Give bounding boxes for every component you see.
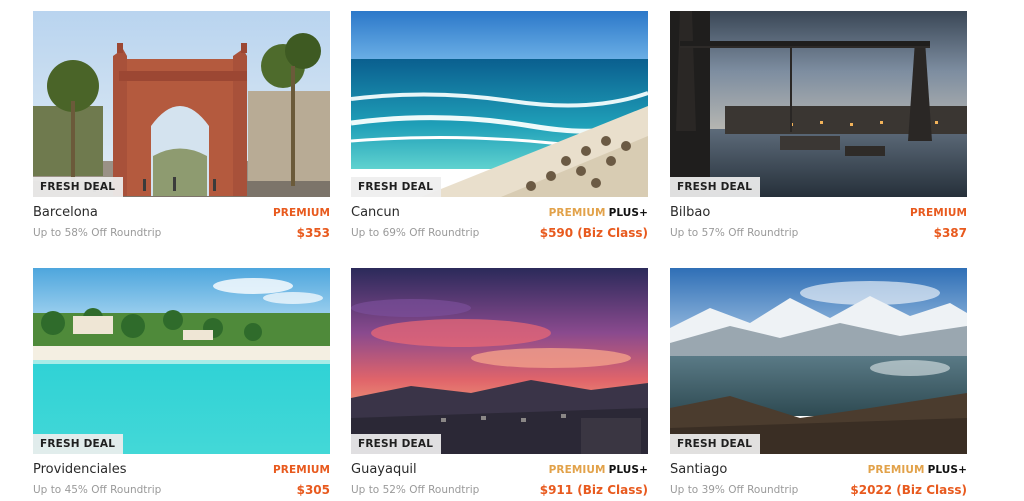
tier-label: PREMIUM PLUS+ bbox=[548, 464, 648, 476]
deal-subtitle: Up to 52% Off Roundtrip bbox=[351, 484, 480, 496]
deal-city[interactable]: Cancun bbox=[351, 205, 400, 220]
deal-card-providenciales[interactable]: FRESH DEAL Providenciales PREMIUM Up to … bbox=[33, 268, 330, 500]
deal-city[interactable]: Santiago bbox=[670, 462, 727, 477]
fresh-deal-badge: FRESH DEAL bbox=[351, 434, 442, 454]
tier-label: PREMIUM bbox=[273, 464, 330, 476]
deal-card-bilbao[interactable]: FRESH DEAL Bilbao PREMIUM Up to 57% Off … bbox=[670, 11, 967, 243]
fresh-deal-badge: FRESH DEAL bbox=[670, 434, 761, 454]
santiago-lake-photo[interactable]: FRESH DEAL bbox=[670, 268, 967, 454]
deal-price[interactable]: $353 bbox=[297, 226, 330, 240]
deal-price[interactable]: $305 bbox=[297, 483, 330, 497]
deal-subtitle: Up to 69% Off Roundtrip bbox=[351, 227, 480, 239]
deal-subtitle: Up to 39% Off Roundtrip bbox=[670, 484, 799, 496]
deal-city[interactable]: Barcelona bbox=[33, 205, 98, 220]
deal-card-cancun[interactable]: FRESH DEAL Cancun PREMIUM PLUS+ Up to 69%… bbox=[351, 11, 648, 243]
deal-city[interactable]: Guayaquil bbox=[351, 462, 417, 477]
deal-city[interactable]: Providenciales bbox=[33, 462, 127, 477]
tier-label: PREMIUM PLUS+ bbox=[548, 207, 648, 219]
deal-subtitle: Up to 58% Off Roundtrip bbox=[33, 227, 162, 239]
bilbao-bridge-photo[interactable]: FRESH DEAL bbox=[670, 11, 967, 197]
deal-price[interactable]: $2022 (Biz Class) bbox=[850, 483, 967, 497]
fresh-deal-badge: FRESH DEAL bbox=[670, 177, 761, 197]
deal-price[interactable]: $590 (Biz Class) bbox=[540, 226, 648, 240]
cancun-beach-photo[interactable]: FRESH DEAL bbox=[351, 11, 648, 197]
guayaquil-sunset-photo[interactable]: FRESH DEAL bbox=[351, 268, 648, 454]
fresh-deal-badge: FRESH DEAL bbox=[33, 177, 124, 197]
fresh-deal-badge: FRESH DEAL bbox=[33, 434, 124, 454]
tier-label: PREMIUM bbox=[910, 207, 967, 219]
tier-label: PREMIUM bbox=[273, 207, 330, 219]
deal-subtitle: Up to 57% Off Roundtrip bbox=[670, 227, 799, 239]
deal-price[interactable]: $911 (Biz Class) bbox=[540, 483, 648, 497]
tier-label: PREMIUM PLUS+ bbox=[867, 464, 967, 476]
deal-price[interactable]: $387 bbox=[934, 226, 967, 240]
deal-subtitle: Up to 45% Off Roundtrip bbox=[33, 484, 162, 496]
deal-card-santiago[interactable]: FRESH DEAL Santiago PREMIUM PLUS+ Up to 3… bbox=[670, 268, 967, 500]
fresh-deal-badge: FRESH DEAL bbox=[351, 177, 442, 197]
providenciales-beach-photo[interactable]: FRESH DEAL bbox=[33, 268, 330, 454]
deal-card-guayaquil[interactable]: FRESH DEAL Guayaquil PREMIUM PLUS+ Up to … bbox=[351, 268, 648, 500]
barcelona-arc-photo[interactable]: FRESH DEAL bbox=[33, 11, 330, 197]
deal-city[interactable]: Bilbao bbox=[670, 205, 710, 220]
deal-card-barcelona[interactable]: FRESH DEAL Barcelona PREMIUM Up to 58% O… bbox=[33, 11, 330, 243]
